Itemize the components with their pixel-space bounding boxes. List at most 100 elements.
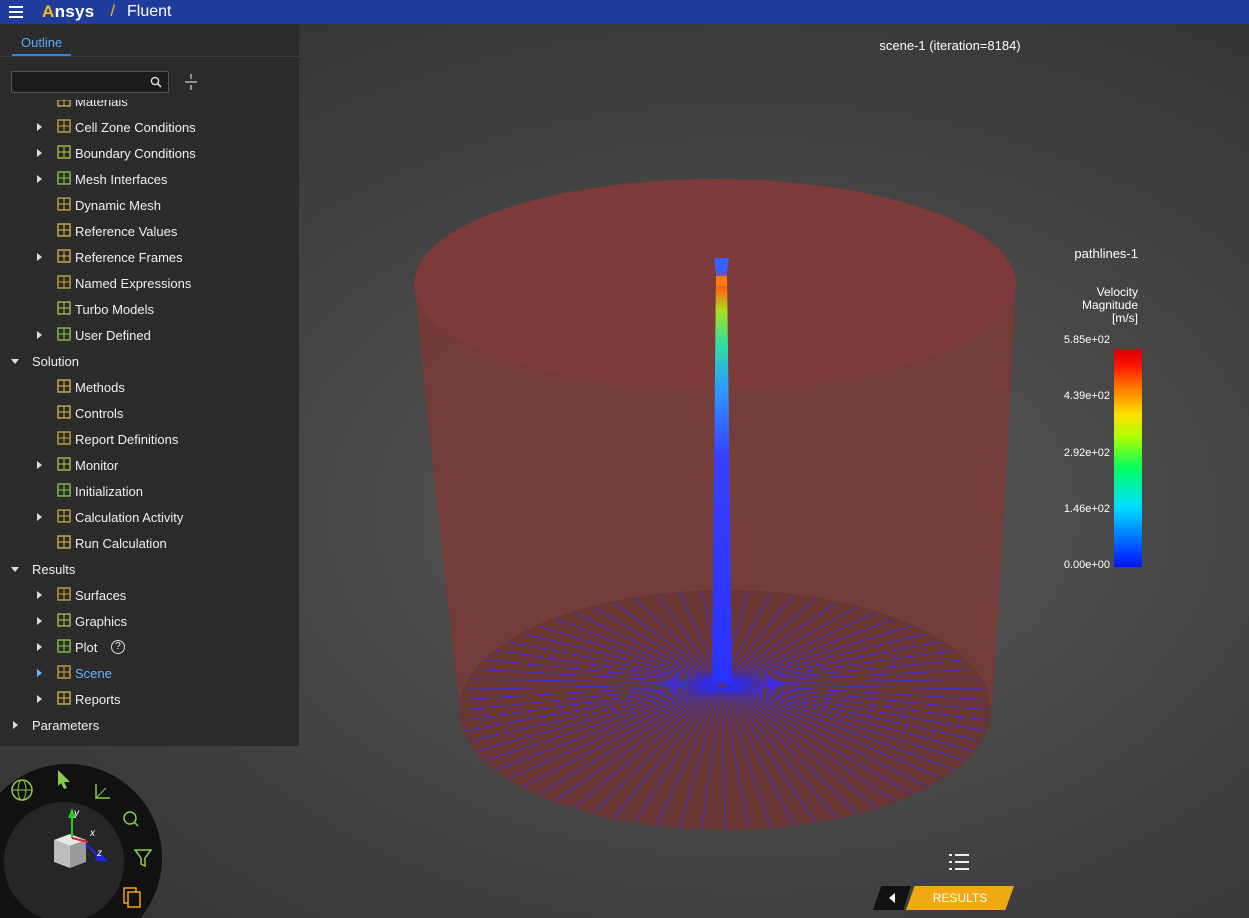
tree-item-calculation-activity[interactable]: Calculation Activity: [0, 504, 299, 530]
tree-item-monitor[interactable]: Monitor: [0, 452, 299, 478]
tree-item-label: Parameters: [32, 718, 100, 733]
tree-item-label: Cell Zone Conditions: [75, 120, 196, 135]
collapsed-arrow-icon[interactable]: [34, 330, 44, 340]
colorbar-tick: 4.39e+02: [1063, 390, 1110, 402]
tree-item-methods[interactable]: Methods: [0, 374, 299, 400]
search-input[interactable]: [16, 74, 150, 92]
controls-icon: [57, 405, 71, 419]
tree-item-run-calculation[interactable]: Run Calculation: [0, 530, 299, 556]
tree-item-label: Dynamic Mesh: [75, 198, 161, 213]
turbo-icon: [57, 301, 71, 315]
outline-tabbar: Outline: [0, 24, 299, 57]
graphics-icon: [57, 613, 71, 627]
tree-item-surfaces[interactable]: Surfaces: [0, 582, 299, 608]
colorbar: [1114, 349, 1142, 567]
colorbar-tick: 1.46e+02: [1063, 503, 1110, 515]
tree-item-label: Named Expressions: [75, 276, 192, 291]
tree-item-label: Run Calculation: [75, 536, 167, 551]
collapsed-arrow-icon[interactable]: [34, 252, 44, 262]
tree-item-boundary-conditions[interactable]: Boundary Conditions: [0, 140, 299, 166]
collapsed-arrow-icon[interactable]: [34, 174, 44, 184]
ansys-logo: Ansys: [42, 2, 95, 21]
mesh-interfaces-icon: [57, 171, 71, 185]
tree-item-label: Initialization: [75, 484, 143, 499]
tree-item-label: Results: [32, 562, 76, 577]
report-definitions-icon: [57, 431, 71, 445]
outline-search[interactable]: [11, 71, 169, 93]
tree-item-parameters[interactable]: Parameters: [0, 712, 299, 738]
tree-item-dynamic-mesh[interactable]: Dynamic Mesh: [0, 192, 299, 218]
app-name: Fluent: [126, 3, 172, 20]
methods-icon: [57, 379, 71, 393]
view-toolbar: y x z: [0, 764, 162, 918]
tree-item-turbo-models[interactable]: Turbo Models: [0, 296, 299, 322]
collapsed-arrow-icon[interactable]: [34, 642, 44, 652]
calculation-activity-icon: [57, 509, 71, 523]
tree-item-label: Boundary Conditions: [75, 146, 196, 161]
dynamic-mesh-icon: [57, 197, 71, 211]
scene-title: scene-1 (iteration=8184): [879, 38, 1021, 53]
expanded-arrow-icon[interactable]: [10, 356, 20, 366]
colorbar-tick: 2.92e+02: [1063, 447, 1110, 459]
outline-panel: Outline Materials Cell Zone Conditions Bou…: [0, 24, 299, 746]
tree-item-controls[interactable]: Controls: [0, 400, 299, 426]
tree-item-mesh-interfaces[interactable]: Mesh Interfaces: [0, 166, 299, 192]
collapsed-arrow-icon[interactable]: [34, 590, 44, 600]
tree-item-reference-frames[interactable]: Reference Frames: [0, 244, 299, 270]
help-icon[interactable]: ?: [111, 640, 125, 654]
collapsed-arrow-icon[interactable]: [34, 512, 44, 522]
tree-item-label: Methods: [75, 380, 125, 395]
scene-icon: [57, 665, 71, 679]
gears-icon: [57, 327, 71, 341]
tree-item-label: Report Definitions: [75, 432, 179, 447]
title-separator: /: [110, 3, 115, 20]
reports-icon: [57, 691, 71, 705]
tree-item-label: User Defined: [75, 328, 151, 343]
menu-icon[interactable]: [0, 0, 32, 24]
tree-item-solution[interactable]: Solution: [0, 348, 299, 374]
tree-item-user-defined[interactable]: User Defined: [0, 322, 299, 348]
tab-outline[interactable]: Outline: [12, 32, 72, 56]
tree-item-report-definitions[interactable]: Report Definitions: [0, 426, 299, 452]
legend-variable: Velocity Magnitude [m/s]: [1081, 285, 1138, 325]
legend-title: pathlines-1: [1074, 246, 1138, 261]
results-tab-button[interactable]: RESULTS: [906, 886, 1014, 910]
tree-item-cell-zone-conditions[interactable]: Cell Zone Conditions: [0, 114, 299, 140]
tree-item-materials[interactable]: Materials: [0, 100, 299, 114]
tree-item-plot[interactable]: Plot?: [0, 634, 299, 660]
tree-item-reports[interactable]: Reports: [0, 686, 299, 712]
colorbar-tick: 5.85e+02: [1063, 334, 1110, 346]
tree-item-label: Reports: [75, 692, 121, 707]
monitor-icon: [57, 457, 71, 471]
collapsed-arrow-icon[interactable]: [34, 148, 44, 158]
tree-item-reference-values[interactable]: Reference Values: [0, 218, 299, 244]
tree-item-label: Solution: [32, 354, 79, 369]
z-axis-label: z: [96, 848, 102, 859]
tree-item-initialization[interactable]: Initialization: [0, 478, 299, 504]
surfaces-icon: [57, 587, 71, 601]
tree-item-named-expressions[interactable]: Named Expressions: [0, 270, 299, 296]
collapsed-arrow-icon[interactable]: [10, 720, 20, 730]
tree-item-label: Plot: [75, 640, 98, 655]
tree-item-label: Reference Frames: [75, 250, 183, 265]
tree-item-label: Surfaces: [75, 588, 127, 603]
tree-item-graphics[interactable]: Graphics: [0, 608, 299, 634]
tree-item-label: Scene: [75, 666, 112, 681]
boundary-icon: [57, 145, 71, 159]
colorbar-tick: 0.00e+00: [1063, 559, 1110, 571]
reference-values-icon: [57, 223, 71, 237]
collapsed-arrow-icon[interactable]: [34, 668, 44, 678]
tree-item-scene[interactable]: Scene: [0, 660, 299, 686]
collapsed-arrow-icon[interactable]: [34, 460, 44, 470]
tree-item-results[interactable]: Results: [0, 556, 299, 582]
tree-item-label: Monitor: [75, 458, 119, 473]
collapsed-arrow-icon[interactable]: [34, 694, 44, 704]
list-icon[interactable]: [948, 852, 970, 872]
tree-item-label: Mesh Interfaces: [75, 172, 168, 187]
collapse-all-icon[interactable]: [183, 73, 199, 91]
search-icon[interactable]: [150, 76, 162, 88]
collapsed-arrow-icon[interactable]: [34, 616, 44, 626]
tree-item-label: Reference Values: [75, 224, 178, 239]
expanded-arrow-icon[interactable]: [10, 564, 20, 574]
collapsed-arrow-icon[interactable]: [34, 122, 44, 132]
